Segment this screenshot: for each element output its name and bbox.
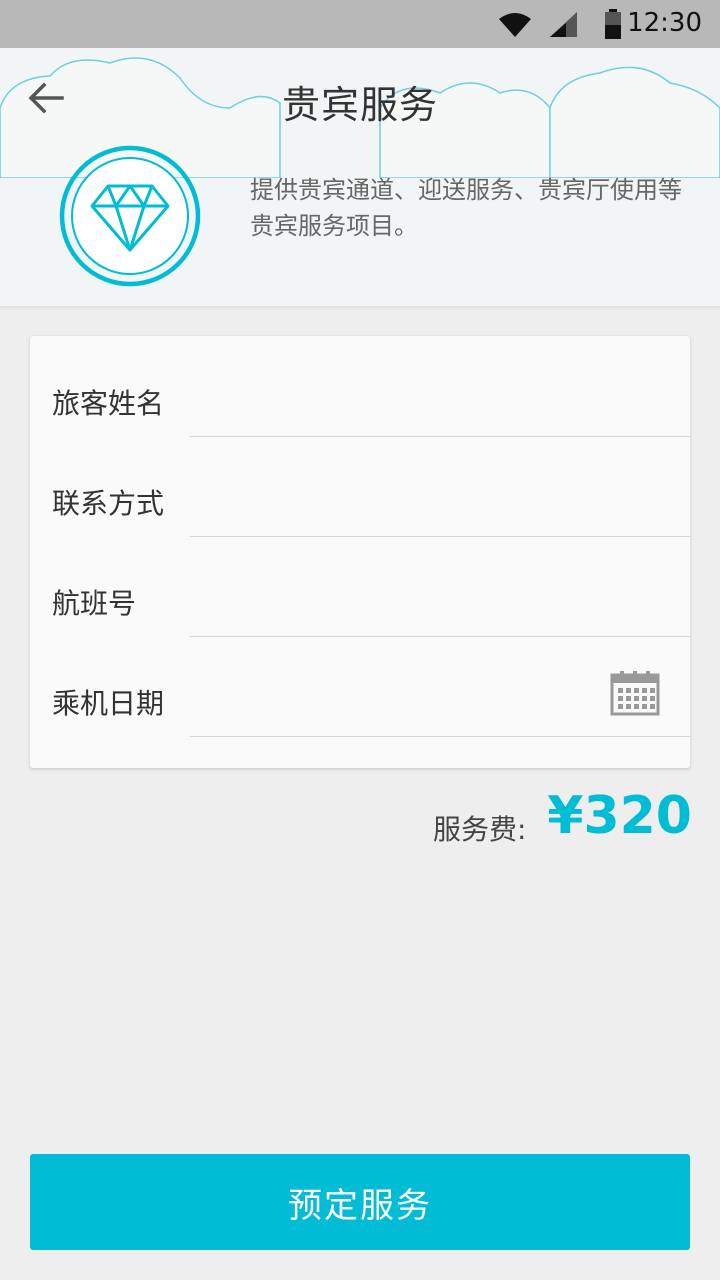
- calendar-icon[interactable]: [610, 670, 660, 716]
- status-bar: 12:30: [0, 0, 720, 48]
- passenger-name-label: 旅客姓名: [52, 387, 165, 420]
- book-service-button[interactable]: 预定服务: [30, 1154, 690, 1250]
- contact-field[interactable]: 联系方式: [30, 436, 690, 537]
- flight-date-field[interactable]: 乘机日期: [30, 636, 690, 737]
- flight-date-label: 乘机日期: [52, 687, 165, 720]
- service-fee-label: 服务费:: [433, 813, 527, 846]
- diamond-icon: [59, 145, 201, 287]
- battery-icon: [605, 9, 621, 39]
- passenger-name-field[interactable]: 旅客姓名: [30, 336, 690, 437]
- flight-number-field[interactable]: 航班号: [30, 536, 690, 637]
- flight-number-label: 航班号: [52, 587, 137, 620]
- service-fee-amount: ¥320: [547, 786, 692, 846]
- contact-label: 联系方式: [52, 487, 165, 520]
- booking-form: 旅客姓名 联系方式 航班号 乘机日期: [30, 336, 690, 768]
- service-description: 提供贵宾通道、迎送服务、贵宾厅使用等贵宾服务项目。: [250, 176, 682, 240]
- signal-icon: [550, 12, 577, 37]
- header-banner: 贵宾服务 提供贵宾通道、迎送服务、贵宾厅使用等贵宾服务项目。: [0, 48, 720, 307]
- field-underline: [190, 736, 690, 737]
- wifi-icon: [499, 13, 531, 37]
- page-title: 贵宾服务: [281, 83, 438, 127]
- status-time: 12:30: [627, 8, 702, 38]
